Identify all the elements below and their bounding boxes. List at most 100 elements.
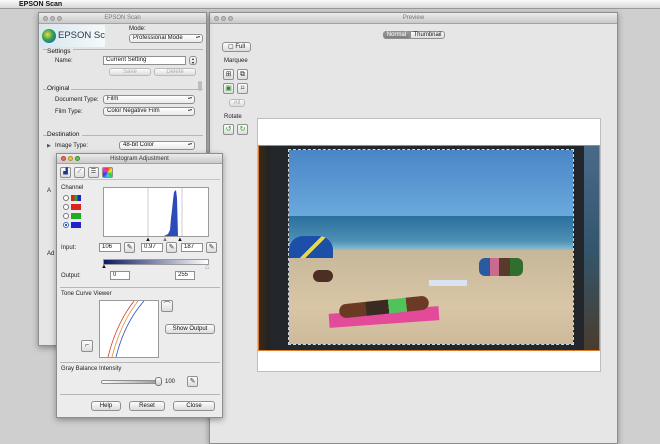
rotate-right-icon[interactable]: ↻ [237,124,248,135]
menu-bar: EPSON Scan [0,0,660,9]
channel-radio-blue[interactable] [63,222,69,228]
eyedropper-icon[interactable]: ✎ [166,242,177,253]
full-view-icon: ▢ [227,44,234,50]
preview-title-bar: Preview [210,13,617,24]
eyedropper-icon[interactable]: ✎ [206,242,217,253]
minimize-dot-icon[interactable] [68,156,73,161]
histogram-graph[interactable] [103,187,209,237]
histogram-title: Histogram Adjustment [110,156,169,162]
curve-preset-icon[interactable]: ⌒ [161,300,173,312]
close-dot-icon[interactable] [214,16,219,21]
photo-sand [289,250,573,344]
tone-curve-red [107,301,135,357]
help-button[interactable]: Help [91,401,121,411]
mode-label: Mode: [129,26,146,32]
channel-radio-green[interactable] [63,213,69,219]
channel-radio-red[interactable] [63,204,69,210]
close-button[interactable]: Close [173,401,215,411]
preview-image[interactable] [288,149,574,345]
channel-swatch-rgb [71,195,81,201]
disclosure-triangle-icon[interactable]: ▶ [47,143,51,149]
output-white-field[interactable]: 255 [175,271,195,280]
logo-text: EPSON Scan [58,30,105,41]
image-adjust-icon[interactable]: ☰ [88,167,99,178]
input-black-field[interactable]: 106 [99,243,121,252]
eyedropper-icon[interactable]: ✎ [124,242,135,253]
channel-swatch-green [71,213,81,219]
gray-balance-slider-track[interactable] [101,380,159,384]
window-controls [61,156,82,166]
channel-swatch-red [71,204,81,210]
rotate-left-icon[interactable]: ↺ [223,124,234,135]
name-stepper[interactable]: ▴ ▾ [189,56,197,65]
curve-reset-icon[interactable]: ⌐ [81,340,93,352]
document-type-value: Film [107,96,119,102]
marquee-icon[interactable]: ⊞ [223,69,234,80]
histogram-area [164,190,178,236]
full-button-label: Full [235,44,245,50]
tab-thumbnail[interactable]: Thumbnail [410,31,445,39]
photo-tent [289,236,333,258]
channel-label: Channel [61,185,84,191]
document-type-select[interactable]: Film [103,95,195,104]
film-type-label: Film Type: [55,109,83,115]
tab-normal[interactable]: Normal [383,31,410,39]
minimize-dot-icon[interactable] [221,16,226,21]
photo-person-left [313,270,333,282]
histogram-icon[interactable]: ▟ [60,167,71,178]
input-white-field[interactable]: 187 [181,243,203,252]
divider [60,287,220,288]
full-button[interactable]: ▢ Full [222,42,251,52]
destination-heading: Destination [47,131,82,138]
copy-marquee-icon[interactable]: ⧉ [237,69,248,80]
main-title: EPSON Scan [104,15,141,21]
histogram-title-bar: Histogram Adjustment [57,154,222,164]
tone-curve-green [111,301,139,357]
histogram-plot [147,188,183,236]
color-wheel-icon[interactable] [102,167,113,178]
output-black-field[interactable]: 0 [110,271,130,280]
tone-curve-plot [107,301,145,357]
name-field[interactable]: Current Setting [103,56,186,65]
output-black-slider[interactable]: ▲ [101,264,107,270]
mode-select[interactable]: Professional Mode [129,34,203,43]
auto-locate-icon[interactable]: ▣ [223,83,234,94]
delete-button[interactable]: Delete [154,68,196,76]
tone-curve-viewer-label: Tone Curve Viewer [61,291,112,297]
preview-canvas[interactable] [257,118,601,372]
channel-radio-rgb[interactable] [63,195,69,201]
output-label: Output: [61,273,81,279]
zoom-dot-icon[interactable] [75,156,80,161]
minimize-dot-icon[interactable] [50,16,55,21]
photo-people-right [479,258,523,276]
mode-select-value: Professional Mode [133,35,183,41]
reset-button[interactable]: Reset [129,401,165,411]
zoom-dot-icon[interactable] [57,16,62,21]
output-white-slider[interactable]: △ [205,264,210,270]
histogram-adjustment-window: Histogram Adjustment ▟ ⟋ ☰ Channel ▲ ▲ ▲… [56,153,223,418]
save-button[interactable]: Save [109,68,151,76]
main-title-bar: EPSON Scan [39,13,206,24]
channel-swatch-blue [71,222,81,228]
all-button[interactable]: All [229,99,245,107]
gray-balance-label: Gray Balance Intensity [61,366,122,372]
scrollbar[interactable] [198,81,202,91]
input-gamma-field[interactable]: 0.97 [141,243,163,252]
divider [60,362,220,363]
eyedropper-icon[interactable]: ✎ [187,376,198,387]
logo-swirl [42,29,56,43]
delete-marquee-icon[interactable]: ⌑ [237,83,248,94]
zoom-dot-icon[interactable] [228,16,233,21]
tone-curve-icon[interactable]: ⟋ [74,167,85,178]
show-output-button[interactable]: Show Output [165,324,215,334]
close-dot-icon[interactable] [61,156,66,161]
image-type-select[interactable]: 48-bit Color [119,141,195,150]
film-frame-right [584,145,600,351]
close-dot-icon[interactable] [43,16,48,21]
film-type-select[interactable]: Color Negative Film [103,107,195,116]
film-strip [258,145,600,351]
film-frame-left-edge [258,145,270,351]
gray-balance-slider-thumb[interactable] [155,377,162,386]
gray-balance-value: 100 [165,379,176,385]
app-menu-name[interactable]: EPSON Scan [19,0,62,9]
